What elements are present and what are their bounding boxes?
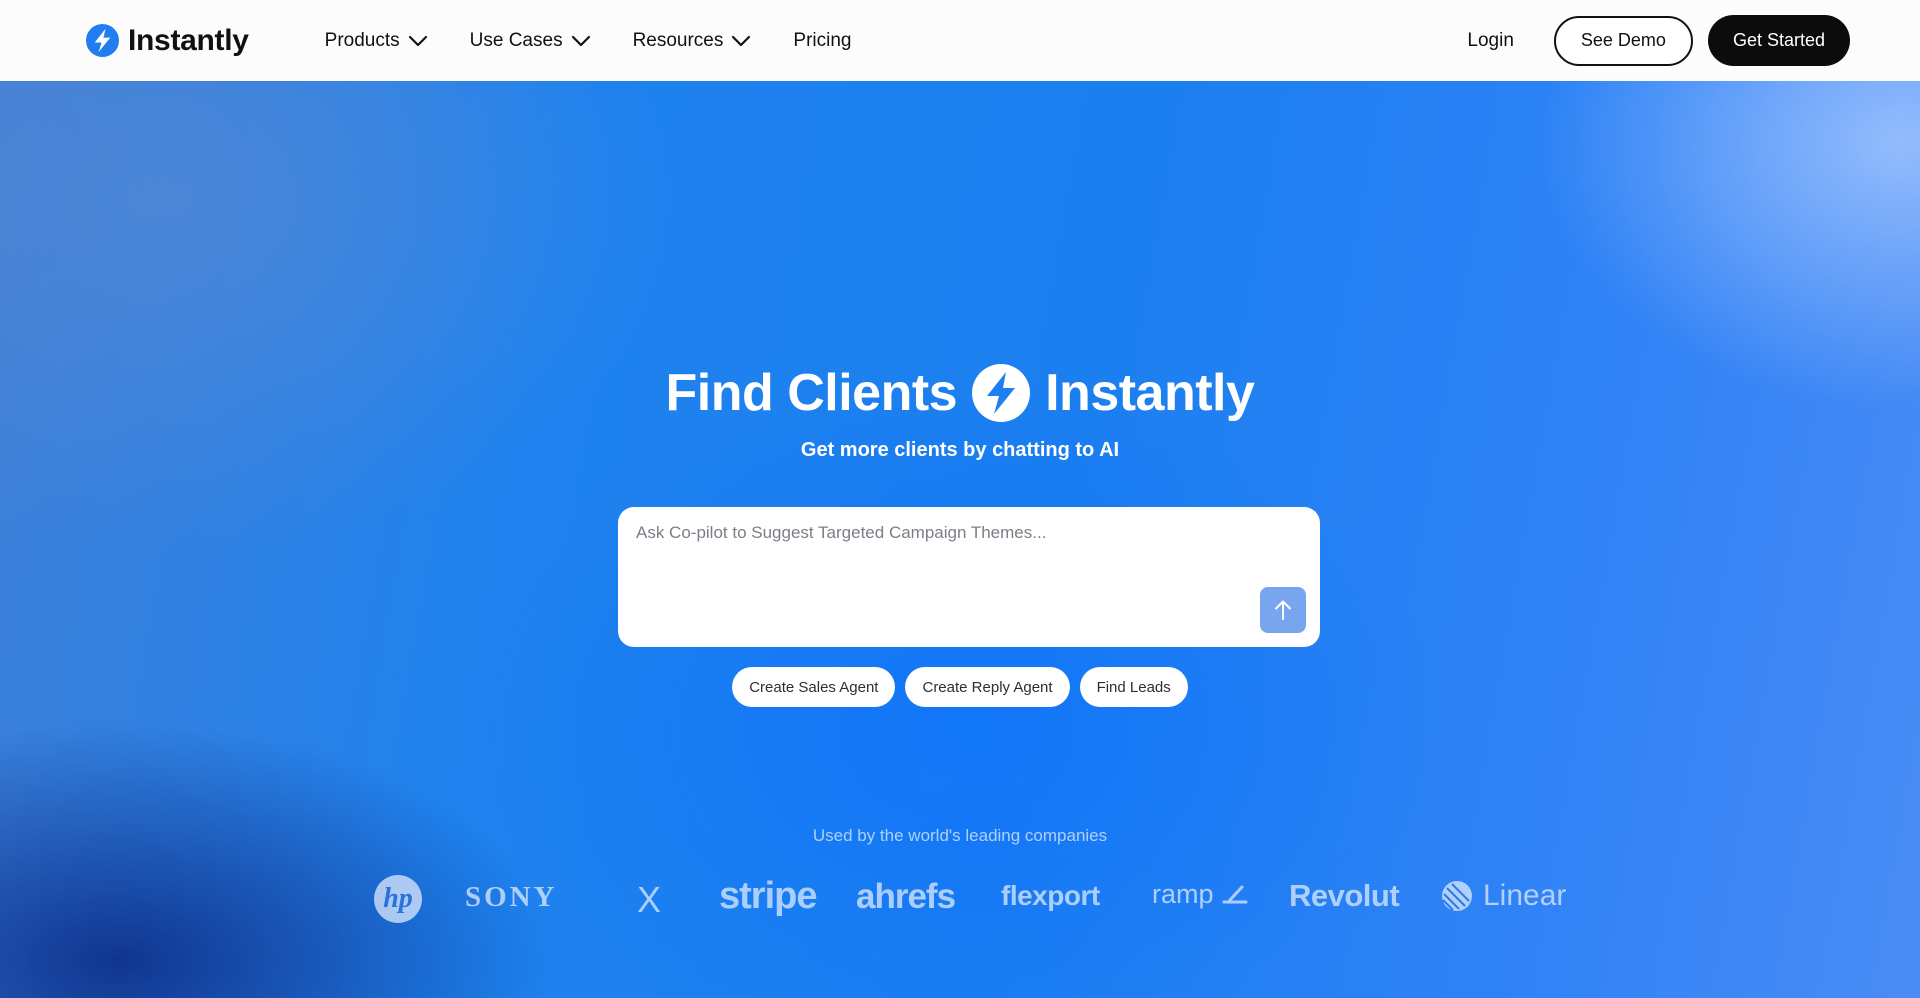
copilot-prompt-box bbox=[618, 507, 1320, 647]
nav-resources[interactable]: Resources bbox=[633, 30, 752, 52]
nav-resources-label: Resources bbox=[632, 29, 724, 51]
revolut-logo: Revolut bbox=[1289, 878, 1400, 913]
hero-subtitle: Get more clients by chatting to AI bbox=[800, 439, 1120, 461]
ramp-logo: ramp bbox=[1152, 879, 1248, 910]
send-button[interactable] bbox=[1260, 587, 1306, 633]
nav-products-label: Products bbox=[324, 29, 400, 51]
nav-pricing-label: Pricing bbox=[793, 29, 852, 51]
sony-logo: SONY bbox=[465, 881, 558, 913]
main-menu: Products Use Cases Resources Pricing bbox=[325, 30, 852, 52]
company-logos: hp SONY X stripe ahrefs flexport ramp Re… bbox=[0, 869, 1920, 929]
hero-title-left: Find Clients bbox=[665, 364, 958, 422]
nav-pricing[interactable]: Pricing bbox=[793, 30, 851, 52]
brand-logo[interactable]: Instantly bbox=[85, 23, 249, 58]
hp-logo: hp bbox=[374, 875, 422, 923]
flexport-logo: flexport bbox=[1001, 880, 1100, 911]
chip-find-leads[interactable]: Find Leads bbox=[1079, 667, 1188, 707]
suggestion-chips: Create Sales Agent Create Reply Agent Fi… bbox=[0, 667, 1920, 707]
login-link[interactable]: Login bbox=[1467, 30, 1514, 52]
top-nav: Instantly Products Use Cases Resources P… bbox=[0, 0, 1920, 81]
chevron-down-icon bbox=[571, 35, 590, 46]
x-logo: X bbox=[637, 879, 662, 920]
lightning-bolt-icon bbox=[85, 23, 120, 58]
linear-logo: Linear bbox=[1441, 879, 1566, 913]
hero-title: Find Clients Instantly bbox=[0, 363, 1920, 423]
used-by-caption: Used by the world's leading companies bbox=[812, 826, 1108, 845]
nav-products[interactable]: Products bbox=[325, 30, 428, 52]
chevron-down-icon bbox=[408, 35, 427, 46]
chip-create-sales-agent[interactable]: Create Sales Agent bbox=[732, 667, 896, 707]
lightning-bolt-icon bbox=[972, 364, 1031, 422]
see-demo-button[interactable]: See Demo bbox=[1553, 15, 1693, 66]
linear-mark-icon bbox=[1442, 881, 1472, 911]
ahrefs-logo: ahrefs bbox=[856, 877, 956, 916]
get-started-button[interactable]: Get Started bbox=[1707, 15, 1850, 66]
nav-use-cases[interactable]: Use Cases bbox=[470, 30, 591, 52]
ramp-logo-text: ramp bbox=[1152, 879, 1214, 909]
nav-actions: Login See Demo Get Started bbox=[1467, 15, 1850, 66]
brand-name: Instantly bbox=[128, 23, 249, 57]
chip-create-reply-agent[interactable]: Create Reply Agent bbox=[905, 667, 1070, 707]
linear-logo-text: Linear bbox=[1483, 879, 1567, 912]
chevron-down-icon bbox=[732, 35, 751, 46]
stripe-logo: stripe bbox=[719, 875, 817, 917]
hero-section: Find Clients Instantly Get more clients … bbox=[0, 81, 1920, 998]
hero-title-right: Instantly bbox=[1045, 364, 1255, 422]
ramp-mark-icon bbox=[1222, 885, 1248, 903]
nav-use-cases-label: Use Cases bbox=[469, 29, 563, 51]
arrow-up-icon bbox=[1275, 600, 1291, 620]
copilot-prompt-input[interactable] bbox=[636, 523, 1286, 593]
